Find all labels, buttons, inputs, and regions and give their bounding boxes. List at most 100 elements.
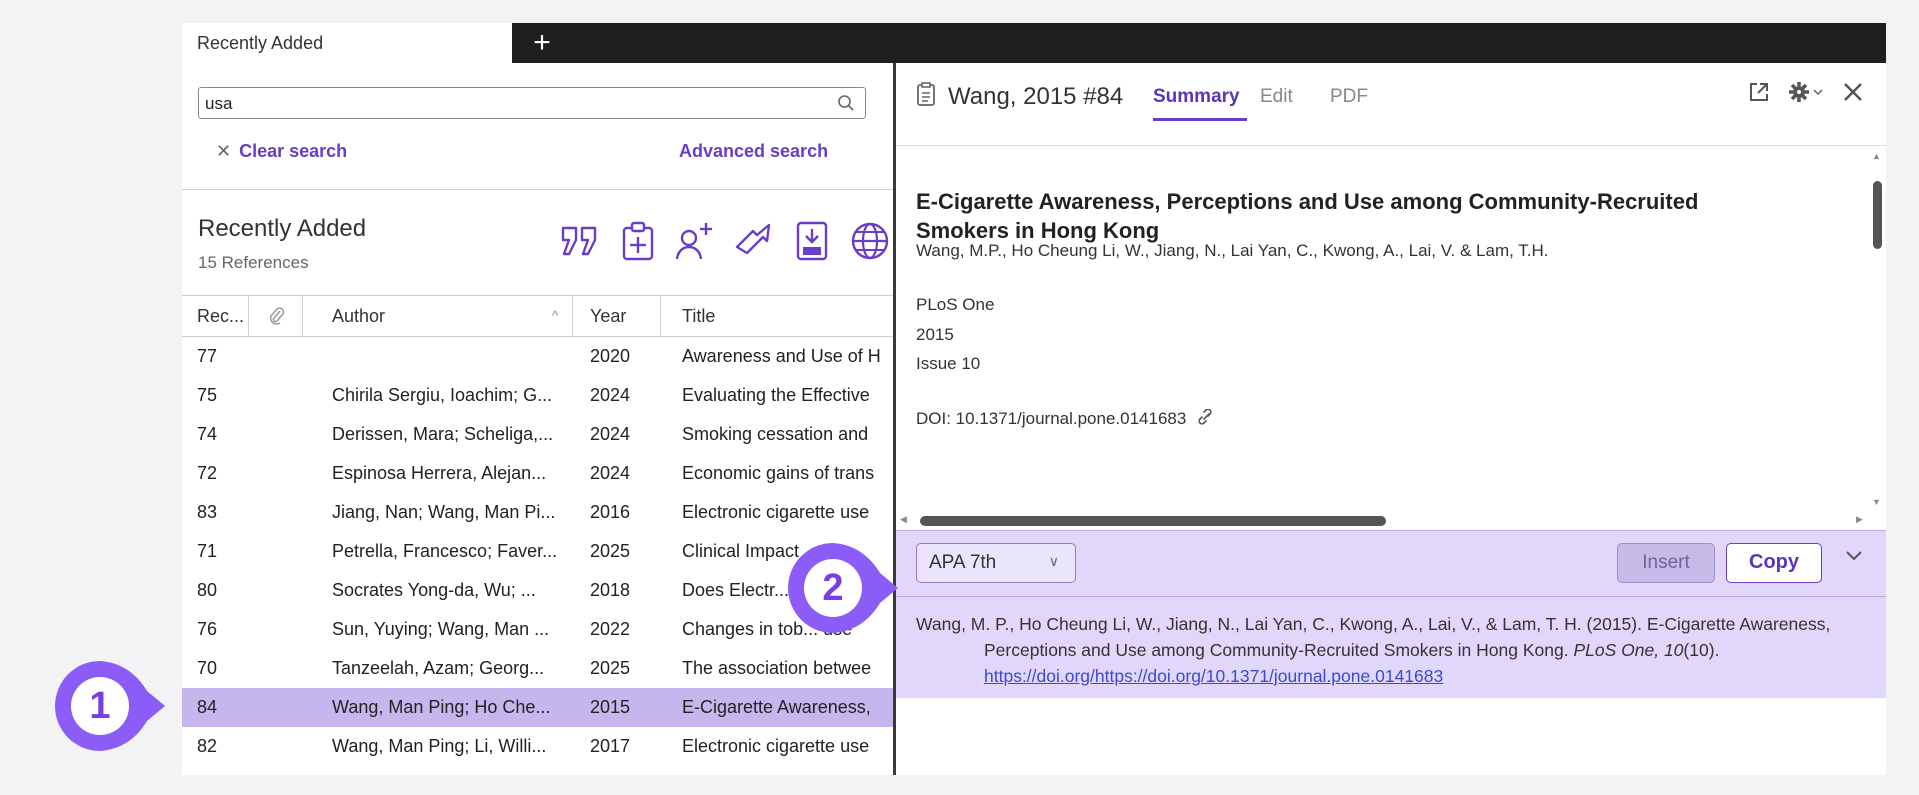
open-external-icon[interactable] [1748, 81, 1770, 108]
tab-recently-added[interactable]: Recently Added [182, 23, 512, 63]
column-divider [572, 296, 573, 336]
chevron-down-icon[interactable] [1844, 548, 1864, 567]
cell-rec: 80 [197, 580, 218, 600]
scroll-right-icon[interactable]: ▶ [1856, 514, 1863, 525]
table-row[interactable]: 77 2020 Awareness and Use of H [182, 337, 893, 376]
reference-doi: DOI: 10.1371/journal.pone.0141683 [916, 408, 1215, 430]
clipboard-icon [916, 81, 936, 112]
tab-summary[interactable]: Summary [1153, 86, 1240, 108]
reference-count: 15 References [198, 253, 309, 272]
cell-author: Derissen, Mara; Scheliga,... [332, 424, 554, 444]
table-row[interactable]: 80 Socrates Yong-da, Wu; ... 2018 Does Elec… [182, 571, 893, 610]
cell-rec: 76 [197, 619, 218, 639]
search-icon[interactable] [837, 94, 855, 117]
table-row[interactable]: 72 Espinosa Herrera, Alejan... 2024 Economi… [182, 454, 893, 493]
search-input[interactable] [203, 91, 807, 117]
cell-year: 2015 [590, 697, 631, 717]
table-row[interactable]: 82 Wang, Man Ping; Li, Willi... 2017 Electr… [182, 727, 893, 766]
table-row[interactable]: 75 Chirila Sergiu, Ioachim; G... 2024 Evalu… [182, 376, 893, 415]
copy-button[interactable]: Copy [1726, 543, 1822, 583]
tab-bar: Recently Added + [182, 23, 1886, 63]
add-tab-button[interactable]: + [522, 25, 562, 61]
cell-year: 2016 [590, 502, 631, 522]
scroll-left-icon[interactable]: ◀ [900, 514, 907, 525]
close-icon[interactable] [1842, 81, 1864, 108]
table-row[interactable]: 84 Wang, Man Ping; Ho Che... 2015 E-Cigaret… [182, 688, 893, 727]
close-icon: ✕ [216, 141, 232, 161]
add-user-icon [675, 221, 717, 266]
insert-citation-button[interactable] [557, 220, 603, 266]
table-row[interactable]: 83 Jiang, Nan; Wang, Man Pi... 2016 Electro… [182, 493, 893, 532]
online-search-button[interactable] [847, 220, 893, 266]
column-header-title[interactable]: Title [682, 306, 715, 327]
paperclip-icon[interactable] [268, 306, 286, 331]
cell-year: 2024 [590, 463, 631, 483]
scroll-down-icon[interactable]: ▼ [1872, 497, 1881, 507]
group-title: Recently Added [198, 215, 367, 242]
cell-author: Espinosa Herrera, Alejan... [332, 463, 547, 483]
scroll-thumb[interactable] [920, 516, 1386, 526]
column-header-rec[interactable]: Rec... [197, 306, 244, 327]
table-row[interactable]: 74 Derissen, Mara; Scheliga,... 2024 Smokin… [182, 415, 893, 454]
column-divider [302, 296, 303, 336]
table-row[interactable]: 70 Tanzeelah, Azam; Georg... 2025 The assoc… [182, 649, 893, 688]
cell-author: Chirila Sergiu, Ioachim; G... [332, 385, 553, 405]
table-row[interactable]: 76 Sun, Yuying; Wang, Man ... 2022 Changes … [182, 610, 893, 649]
scroll-up-icon[interactable]: ▲ [1872, 151, 1881, 161]
link-icon[interactable] [1197, 408, 1215, 430]
callout-number: 1 [71, 677, 129, 735]
table-row[interactable]: 71 Petrella, Francesco; Faver... 2025 Clini… [182, 532, 893, 571]
add-to-group-button[interactable] [615, 220, 661, 266]
insert-button[interactable]: Insert [1617, 543, 1715, 583]
column-header-author[interactable]: Author [332, 306, 385, 327]
clear-search-link[interactable]: ✕ Clear search [216, 141, 347, 162]
advanced-search-link[interactable]: Advanced search [679, 141, 828, 162]
active-tab-indicator [1153, 118, 1247, 121]
cell-title: E-Cigarette Awareness, [682, 697, 871, 717]
panel-actions [1748, 81, 1864, 108]
open-link-button[interactable] [731, 220, 777, 266]
citation-issue: (10). [1683, 640, 1720, 660]
citation-style-select[interactable]: APA 7th ∨ [916, 543, 1076, 583]
citation-doi-link[interactable]: https://doi.org/https://doi.org/10.1371/… [984, 666, 1443, 686]
chevron-down-icon: ∨ [1048, 553, 1059, 569]
cell-author: Sun, Yuying; Wang, Man ... [332, 619, 550, 639]
reference-panel: Wang, 2015 #84 Summary Edit PDF E-Cigare… [896, 63, 1886, 775]
formatted-citation: Wang, M. P., Ho Cheung Li, W., Jiang, N.… [916, 611, 1886, 689]
cell-rec: 75 [197, 385, 218, 405]
citation-separator: , [1654, 640, 1664, 660]
citation-preview: Wang, M. P., Ho Cheung Li, W., Jiang, N.… [896, 597, 1886, 698]
cell-title: Evaluating the Effective [682, 385, 870, 405]
cell-year: 2020 [590, 346, 631, 366]
cell-year: 2025 [590, 541, 631, 561]
cell-rec: 71 [197, 541, 218, 561]
cell-year: 2024 [590, 424, 631, 444]
cell-author: Wang, Man Ping; Ho Che... [332, 697, 551, 717]
citation-toolbar: APA 7th ∨ Insert Copy [896, 530, 1886, 597]
share-button[interactable] [673, 220, 719, 266]
search-box[interactable] [198, 87, 866, 119]
callout-marker-1: 1 [55, 661, 165, 751]
globe-icon [849, 220, 891, 267]
callout-marker-2: 2 [788, 543, 898, 633]
column-divider [248, 296, 249, 336]
citation-journal: PLoS One [1573, 640, 1655, 660]
sort-ascending-icon[interactable]: ^ [552, 308, 558, 323]
cell-year: 2018 [590, 580, 631, 600]
citation-volume: 10 [1663, 640, 1684, 660]
gear-icon[interactable] [1788, 81, 1824, 108]
find-pdf-button[interactable] [789, 220, 835, 266]
app-window: Recently Added + ✕ Clear search Advanced … [182, 23, 1886, 775]
cell-title: Awareness and Use of H [682, 346, 881, 366]
callout-number: 2 [804, 559, 862, 617]
scroll-thumb[interactable] [1873, 181, 1882, 249]
tab-edit[interactable]: Edit [1260, 86, 1293, 108]
divider [896, 145, 1886, 146]
toolbar [557, 218, 893, 268]
table-header: Rec... Author ^ Year Title [182, 295, 893, 337]
tab-pdf[interactable]: PDF [1330, 86, 1368, 108]
horizontal-scrollbar[interactable]: ◀ ▶ [896, 512, 1871, 530]
vertical-scrollbar[interactable]: ▲ ▼ [1870, 151, 1884, 511]
cell-rec: 82 [197, 736, 218, 756]
column-header-year[interactable]: Year [590, 306, 626, 327]
